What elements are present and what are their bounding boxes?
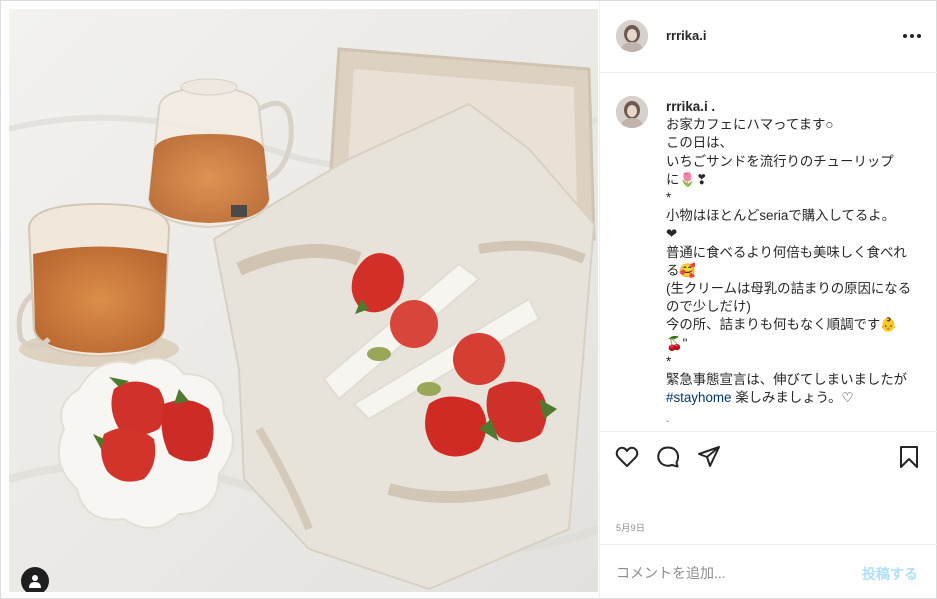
caption-line: 小物はほとんどseriaで購入してるよ。 <box>666 208 896 224</box>
share-button[interactable] <box>696 444 722 470</box>
caption-username[interactable]: rrrika.i . <box>666 99 715 114</box>
caption-line: 緊急事態宣言は、伸びてしまいましたが <box>666 372 908 388</box>
photo-illustration <box>9 9 598 592</box>
caption-line: 今の所、詰まりも何もなく順調です👶🍒" <box>666 317 897 351</box>
action-bar <box>600 431 937 481</box>
more-options-button[interactable] <box>900 26 924 46</box>
caption-line: この日は、 <box>666 135 733 151</box>
avatar[interactable] <box>616 20 648 52</box>
caption-line: * <box>666 190 672 206</box>
person-icon <box>29 575 41 588</box>
caption-text: rrrika.i . お家カフェにハマってます○ この日は、 いちごサンドを流行… <box>666 98 916 407</box>
header-username[interactable]: rrrika.i <box>666 28 706 43</box>
like-button[interactable] <box>614 444 640 470</box>
caption-scroll-hint: ˇ <box>666 420 670 431</box>
more-options-icon <box>903 34 921 38</box>
caption-line: いちごサンドを流行りのチューリップ <box>666 153 894 169</box>
caption-line: (生クリームは母乳の詰まりの原因になるので少しだけ) <box>666 281 912 315</box>
caption-line: お家カフェにハマってます○ <box>666 117 834 133</box>
hashtag-link[interactable]: #stayhome <box>666 390 732 405</box>
post-dialog: rrrika.i rrrika.i . お家カフェにハマってます○ この日は、 … <box>0 0 937 599</box>
paper-plane-icon <box>698 446 720 467</box>
caption-line: 楽しみましょう。♡ <box>731 390 854 406</box>
comment-form: 投稿する <box>600 544 937 599</box>
avatar-image <box>616 20 648 52</box>
save-button[interactable] <box>896 444 922 470</box>
caption-line: に🌷❣ <box>666 171 708 187</box>
caption-avatar[interactable] <box>616 96 648 128</box>
caption-line: * <box>666 353 672 369</box>
caption-line: 普通に食べるより何倍も美味しく食べれる🥰 <box>666 244 907 278</box>
post-date[interactable]: 5月9日 <box>616 521 645 534</box>
post-photo[interactable] <box>9 9 598 592</box>
bookmark-icon <box>900 446 918 468</box>
post-side-panel: rrrika.i rrrika.i . お家カフェにハマってます○ この日は、 … <box>599 1 937 599</box>
post-comment-button[interactable]: 投稿する <box>862 564 918 584</box>
user-tag-button[interactable] <box>21 567 49 592</box>
comment-input[interactable] <box>616 563 846 583</box>
avatar-image <box>616 96 648 128</box>
comment-button[interactable] <box>655 444 681 470</box>
post-header: rrrika.i <box>600 1 937 73</box>
caption-line: ❤ <box>666 226 678 242</box>
heart-icon <box>615 446 639 467</box>
caption-section: rrrika.i . お家カフェにハマってます○ この日は、 いちごサンドを流行… <box>600 74 937 431</box>
comment-icon <box>657 446 680 468</box>
